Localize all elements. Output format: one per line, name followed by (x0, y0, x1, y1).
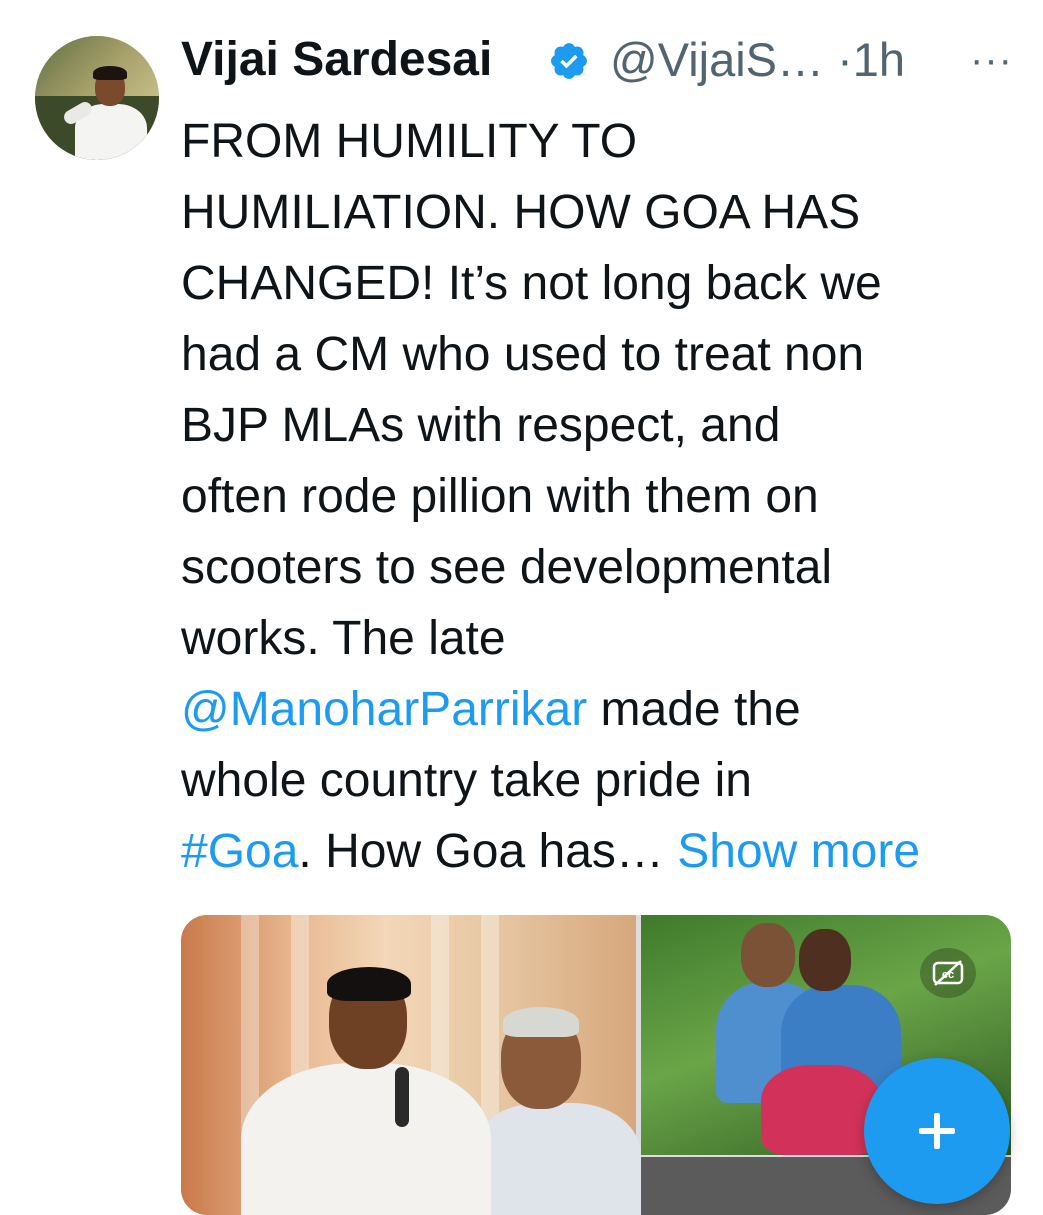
tweet-line: FROM HUMILITY TO (181, 115, 638, 168)
author-name[interactable]: Vijai Sardesai (181, 30, 492, 90)
verified-badge-icon (551, 43, 587, 79)
tweet-line: scooters to see developmental (181, 541, 833, 594)
svg-text:cc: cc (942, 969, 954, 981)
tweet-text: FROM HUMILITY TO HUMILIATION. HOW GOA HA… (181, 106, 1026, 887)
tweet-line: works. The late (181, 612, 506, 665)
author-meta: @VijaiS… ·1h (610, 30, 905, 90)
tweet-line: HUMILIATION. HOW GOA HAS (181, 186, 861, 239)
mention-link[interactable]: @ManoharParrikar (181, 683, 587, 736)
compose-tweet-button[interactable] (864, 1058, 1010, 1204)
tweet-fragment: . How Goa has… (298, 825, 678, 878)
plus-icon (919, 1113, 955, 1149)
tweet-line: often rode pillion with them on (181, 470, 819, 523)
media-photo-left[interactable] (181, 915, 641, 1215)
tweet-line: @ManoharParrikar made the (181, 674, 1026, 745)
tweet-line: BJP MLAs with respect, and (181, 399, 781, 452)
tweet-timestamp[interactable]: 1h (853, 33, 905, 86)
closed-captions-off-icon[interactable]: cc (920, 948, 976, 998)
tweet-line: whole country take pride in (181, 754, 752, 807)
tweet-line: #Goa. How Goa has… Show more (181, 816, 1026, 887)
tweet-line: had a CM who used to treat non (181, 328, 865, 381)
more-options-icon[interactable]: ··· (970, 40, 1013, 80)
meta-separator: · (837, 33, 853, 86)
tweet-line: CHANGED! It’s not long back we (181, 257, 882, 310)
tweet-fragment: made the (587, 683, 801, 736)
hashtag-link[interactable]: #Goa (181, 825, 298, 878)
author-avatar[interactable] (35, 36, 159, 160)
author-handle[interactable]: @VijaiS… (610, 33, 824, 86)
show-more-link[interactable]: Show more (677, 825, 920, 878)
